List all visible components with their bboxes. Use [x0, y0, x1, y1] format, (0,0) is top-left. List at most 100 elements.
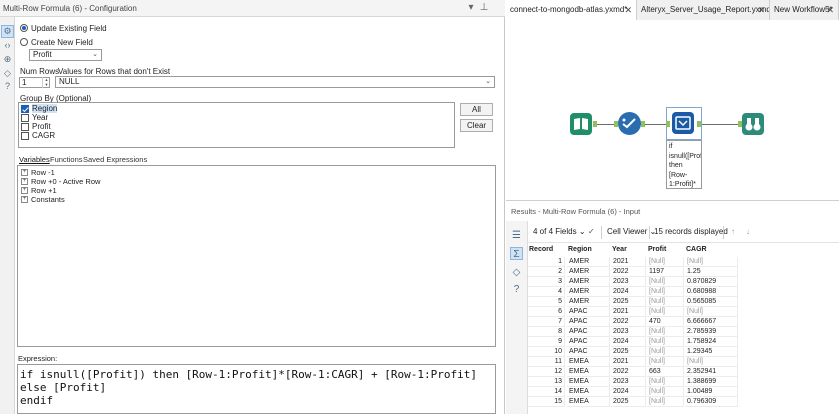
tag-icon[interactable]: ◇: [2, 68, 13, 79]
table-row[interactable]: 14 EMEA 2024 [Null] 1.00489: [528, 387, 741, 397]
field-select[interactable]: Profit ⌄: [29, 49, 102, 61]
browse-tool[interactable]: [742, 113, 764, 135]
multi-row-formula-tool[interactable]: [672, 112, 694, 134]
arrow-down-icon[interactable]: ↓: [746, 227, 750, 236]
help-icon[interactable]: ?: [2, 81, 13, 92]
cell-year[interactable]: 2025: [611, 347, 646, 357]
tree-item-constants[interactable]: + Constants: [21, 195, 65, 204]
cell-year[interactable]: 2021: [611, 357, 646, 367]
cell-region[interactable]: APAC: [567, 347, 610, 357]
cell-region[interactable]: APAC: [567, 317, 610, 327]
cell-region[interactable]: APAC: [567, 337, 610, 347]
cell-year[interactable]: 2023: [611, 377, 646, 387]
group-by-item-region[interactable]: Region: [21, 104, 58, 113]
input-anchor[interactable]: [666, 121, 670, 127]
cell-record[interactable]: 15: [528, 397, 565, 407]
table-row[interactable]: 10 APAC 2025 [Null] 1.29345: [528, 347, 741, 357]
expand-icon[interactable]: +: [21, 196, 28, 203]
cell-cagr[interactable]: 0.680988: [685, 287, 738, 297]
table-row[interactable]: 6 APAC 2021 [Null] [Null]: [528, 307, 741, 317]
cell-region[interactable]: AMER: [567, 267, 610, 277]
cell-year[interactable]: 2021: [611, 257, 646, 267]
select-tool[interactable]: [618, 112, 641, 135]
sum-icon[interactable]: Σ: [510, 247, 523, 260]
cell-region[interactable]: AMER: [567, 257, 610, 267]
tab-functions[interactable]: Functions: [50, 155, 83, 164]
table-row[interactable]: 2 AMER 2022 1197 1.25: [528, 267, 741, 277]
cell-year[interactable]: 2025: [611, 397, 646, 407]
cell-profit[interactable]: [Null]: [647, 307, 684, 317]
cell-region[interactable]: EMEA: [567, 357, 610, 367]
cell-profit[interactable]: [Null]: [647, 297, 684, 307]
dropdown-icon[interactable]: ▾: [465, 2, 477, 14]
cell-region[interactable]: APAC: [567, 327, 610, 337]
cell-profit[interactable]: [Null]: [647, 397, 684, 407]
cell-cagr[interactable]: [Null]: [685, 257, 738, 267]
cell-cagr[interactable]: 1.29345: [685, 347, 738, 357]
cell-record[interactable]: 1: [528, 257, 565, 267]
cell-region[interactable]: AMER: [567, 277, 610, 287]
checkmark-icon[interactable]: ✓: [588, 227, 595, 236]
cell-cagr[interactable]: 1.388699: [685, 377, 738, 387]
cell-region[interactable]: EMEA: [567, 367, 610, 377]
help-icon[interactable]: ?: [510, 283, 523, 296]
cell-cagr[interactable]: 0.565085: [685, 297, 738, 307]
cell-year[interactable]: 2024: [611, 387, 646, 397]
column-header-record[interactable]: Record: [529, 246, 553, 256]
input-data-tool[interactable]: [570, 113, 592, 135]
cell-record[interactable]: 3: [528, 277, 565, 287]
cell-region[interactable]: EMEA: [567, 387, 610, 397]
output-anchor[interactable]: [593, 121, 597, 127]
cell-cagr[interactable]: 1.25: [685, 267, 738, 277]
table-row[interactable]: 5 AMER 2025 [Null] 0.565085: [528, 297, 741, 307]
code-icon[interactable]: ‹›: [2, 40, 13, 51]
table-row[interactable]: 1 AMER 2021 [Null] [Null]: [528, 257, 741, 267]
annotation-icon[interactable]: ⊕: [2, 54, 13, 65]
tree-item-row-minus-1[interactable]: + Row -1: [21, 168, 55, 177]
group-by-item-year[interactable]: Year: [21, 113, 48, 122]
cell-profit[interactable]: [Null]: [647, 257, 684, 267]
cell-profit[interactable]: [Null]: [647, 327, 684, 337]
cell-cagr[interactable]: 6.666667: [685, 317, 738, 327]
cell-record[interactable]: 13: [528, 377, 565, 387]
column-header-region[interactable]: Region: [568, 246, 592, 256]
cell-record[interactable]: 8: [528, 327, 565, 337]
column-header-cagr[interactable]: CAGR: [686, 246, 707, 256]
cell-year[interactable]: 2022: [611, 317, 646, 327]
update-existing-radio[interactable]: Update Existing Field: [20, 22, 107, 34]
cell-record[interactable]: 2: [528, 267, 565, 277]
cell-record[interactable]: 10: [528, 347, 565, 357]
expand-icon[interactable]: +: [21, 187, 28, 194]
close-icon[interactable]: ✕: [757, 0, 765, 20]
column-header-profit[interactable]: Profit: [648, 246, 666, 256]
tag-icon[interactable]: ◇: [510, 266, 523, 279]
cell-cagr[interactable]: 0.796309: [685, 397, 738, 407]
cell-profit[interactable]: [Null]: [647, 337, 684, 347]
column-header-year[interactable]: Year: [612, 246, 627, 256]
table-row[interactable]: 13 EMEA 2023 [Null] 1.388699: [528, 377, 741, 387]
num-rows-stepper[interactable]: ▲ ▼: [42, 77, 50, 88]
close-icon[interactable]: ✕: [624, 0, 632, 20]
cell-profit[interactable]: 470: [647, 317, 684, 327]
cell-year[interactable]: 2022: [611, 267, 646, 277]
table-row[interactable]: 9 APAC 2024 [Null] 1.758924: [528, 337, 741, 347]
cell-year[interactable]: 2022: [611, 367, 646, 377]
cell-year[interactable]: 2024: [611, 337, 646, 347]
values-select[interactable]: NULL ⌄: [55, 76, 495, 88]
tree-item-row-0[interactable]: + Row +0 - Active Row: [21, 177, 100, 186]
cell-cagr[interactable]: [Null]: [685, 357, 738, 367]
cell-profit[interactable]: [Null]: [647, 387, 684, 397]
cell-region[interactable]: AMER: [567, 287, 610, 297]
table-row[interactable]: 4 AMER 2024 [Null] 0.680988: [528, 287, 741, 297]
cell-profit[interactable]: [Null]: [647, 377, 684, 387]
tab-alteryx-server-usage-report[interactable]: Alteryx_Server_Usage_Report.yxmd ✕: [637, 0, 770, 20]
tab-new-workflow5[interactable]: New Workflow5* ✕: [770, 0, 839, 20]
fields-selector[interactable]: 4 of 4 Fields ⌄: [533, 227, 586, 236]
pin-icon[interactable]: ⊥: [478, 2, 490, 14]
cell-profit[interactable]: 1197: [647, 267, 684, 277]
output-anchor[interactable]: [641, 121, 645, 127]
cell-cagr[interactable]: [Null]: [685, 307, 738, 317]
cell-record[interactable]: 11: [528, 357, 565, 367]
table-row[interactable]: 11 EMEA 2021 [Null] [Null]: [528, 357, 741, 367]
cell-profit[interactable]: [Null]: [647, 277, 684, 287]
